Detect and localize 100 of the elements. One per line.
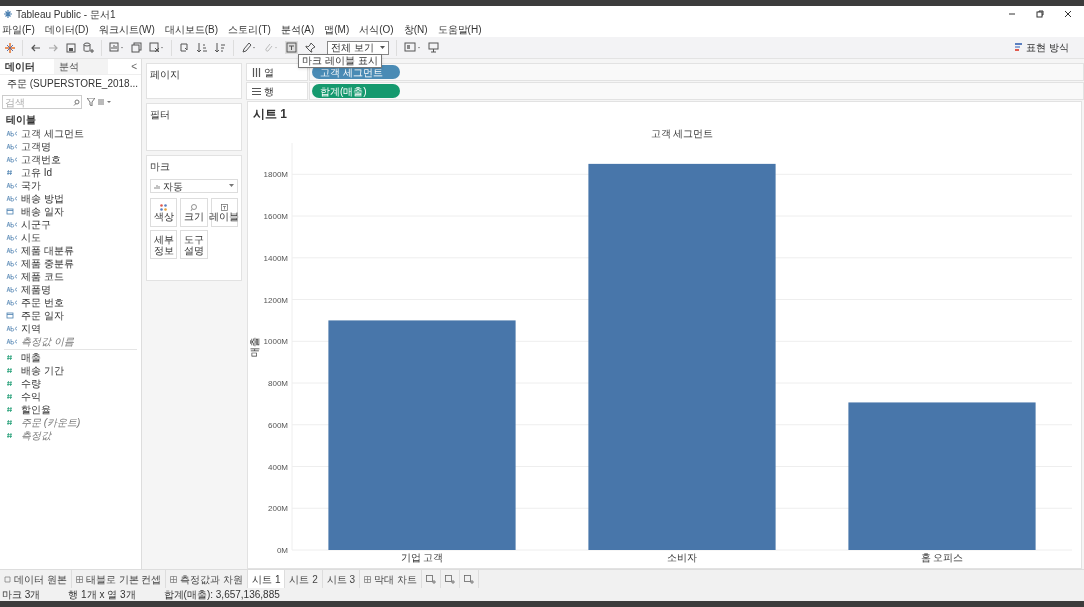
presentation-icon[interactable] [404, 42, 421, 53]
field-item[interactable]: 측정값 이름 [21, 335, 74, 348]
new-worksheet-icon[interactable] [109, 42, 124, 53]
save-icon[interactable] [66, 42, 76, 53]
show-me-button[interactable]: 표현 방식 [1015, 40, 1069, 55]
field-item[interactable]: 수익 [21, 390, 41, 403]
card-title: 페이지 [150, 69, 180, 80]
menu-item[interactable]: 대시보드(B) [164, 22, 219, 37]
field-item[interactable]: 제품 코드 [21, 270, 64, 283]
field-item[interactable]: 시도 [21, 231, 41, 244]
field-item[interactable]: 고객번호 [21, 153, 61, 166]
menu-item[interactable]: 스토리(T) [228, 22, 271, 37]
field-pill[interactable]: 합계(매출) [312, 84, 400, 98]
columns-icon [252, 67, 261, 77]
caret-icon [229, 184, 234, 188]
menu-item[interactable]: 데이터(D) [44, 22, 89, 37]
menu-item[interactable]: 창(N) [403, 22, 428, 37]
swap-icon[interactable] [179, 42, 190, 53]
field-item[interactable]: 국가 [21, 179, 41, 192]
field-item[interactable]: 배송 방법 [21, 192, 64, 205]
duplicate-icon[interactable] [131, 42, 142, 53]
axis-title: 매출 [249, 336, 260, 357]
field-item[interactable]: 주문 번호 [21, 296, 64, 309]
axis-tick-label: 1200M [263, 295, 288, 305]
new-dashboard-icon[interactable] [444, 574, 455, 584]
field-item[interactable]: 고객명 [21, 140, 51, 153]
field-item[interactable]: 주문 일자 [21, 309, 64, 322]
menu-item[interactable]: 도움말(H) [437, 22, 482, 37]
marks-tooltip-button[interactable]: 도구 설명 [180, 230, 208, 259]
card-title: 필터 [150, 109, 170, 120]
show-me-icon [1015, 43, 1024, 52]
monitor-icon[interactable] [428, 42, 439, 53]
fit-dropdown[interactable]: 전체 보기 [327, 40, 389, 55]
rows-icon [252, 86, 261, 96]
axis-tick-label: 1600M [263, 212, 288, 222]
axis-tick-label: 1800M [263, 170, 288, 180]
window-title: Tableau Public - 문서1 [16, 7, 116, 22]
field-item[interactable]: 측정값 [21, 429, 51, 442]
pen-icon[interactable] [241, 42, 256, 53]
tableau-logo-icon[interactable] [5, 42, 15, 53]
minimize-icon[interactable] [1008, 10, 1016, 18]
filter-icon[interactable] [87, 98, 95, 106]
field-item[interactable]: 배송 일자 [21, 205, 64, 218]
sheet-tab[interactable]: 시트 1 [248, 570, 286, 588]
field-item[interactable]: 고유 Id [21, 166, 53, 179]
field-item[interactable]: 제품 대분류 [21, 244, 74, 257]
field-item[interactable]: 제품명 [21, 283, 51, 296]
category-label: 소비자 [667, 552, 697, 563]
shelf-label: 행 [264, 84, 274, 99]
restore-icon[interactable] [1036, 10, 1044, 18]
pane-tab[interactable]: 분석 [54, 59, 108, 74]
text-field-icon [6, 325, 18, 332]
new-data-source-icon[interactable] [83, 42, 94, 53]
sheet-title: 시트 1 [252, 106, 288, 123]
text-field-icon [6, 338, 18, 345]
forward-arrow-icon[interactable] [48, 42, 59, 53]
menu-item[interactable]: 파일(F) [2, 22, 35, 37]
mark-type-dropdown[interactable]: 자동 [150, 179, 238, 193]
marks-detail-button[interactable]: 세부 정보 [150, 230, 178, 259]
field-item[interactable]: 지역 [21, 322, 41, 335]
axis-tick-label: 200M [268, 504, 288, 514]
section-heading: 테이블 [5, 113, 37, 127]
field-item[interactable]: 제품 중분류 [21, 257, 74, 270]
clear-sheet-icon[interactable] [149, 42, 164, 53]
field-item[interactable]: 주문 (카운트) [21, 416, 81, 429]
text-field-icon [6, 247, 18, 254]
text-field-icon [6, 156, 18, 163]
field-item[interactable]: 시군구 [21, 218, 51, 231]
field-item[interactable]: 배송 기간 [21, 364, 64, 377]
paperclip-icon[interactable] [263, 42, 278, 53]
back-arrow-icon[interactable] [30, 42, 41, 53]
field-item[interactable]: 할인율 [21, 403, 51, 416]
collapse-button[interactable]: < [127, 59, 141, 74]
menu-item[interactable]: 워크시트(W) [98, 22, 155, 37]
text-field-icon [6, 182, 18, 189]
search-icon [73, 98, 80, 106]
marks-label-button[interactable]: 레이블 [210, 198, 238, 227]
text-field-icon [6, 234, 18, 241]
field-item[interactable]: 매출 [21, 351, 41, 364]
axis-tick-label: 1000M [263, 337, 288, 347]
sort-descending-icon[interactable] [215, 42, 226, 53]
sort-ascending-icon[interactable] [197, 42, 208, 53]
marks-size-button[interactable]: 크기 [180, 198, 208, 227]
tableau-logo-icon [4, 10, 12, 18]
search-field[interactable]: 검색 [2, 95, 82, 109]
grid-icon [75, 575, 83, 583]
text-field-icon [6, 143, 18, 150]
pin-icon[interactable] [305, 42, 316, 53]
menu-item[interactable]: 서식(O) [359, 22, 394, 37]
field-item[interactable]: 수량 [21, 377, 41, 390]
close-icon[interactable] [1064, 10, 1072, 18]
new-worksheet-icon[interactable] [425, 574, 436, 584]
new-story-icon[interactable] [463, 574, 474, 584]
field-item[interactable]: 고객 세그먼트 [21, 127, 84, 140]
menu-item[interactable]: 맵(M) [324, 22, 350, 37]
data-source-name[interactable]: 주문 (SUPERSTORE_2018... [7, 76, 138, 91]
text-field-icon [6, 221, 18, 228]
menu-item[interactable]: 분석(A) [280, 22, 315, 37]
mark-labels-icon[interactable] [285, 41, 298, 54]
marks-color-button[interactable]: 색상 [150, 198, 178, 227]
